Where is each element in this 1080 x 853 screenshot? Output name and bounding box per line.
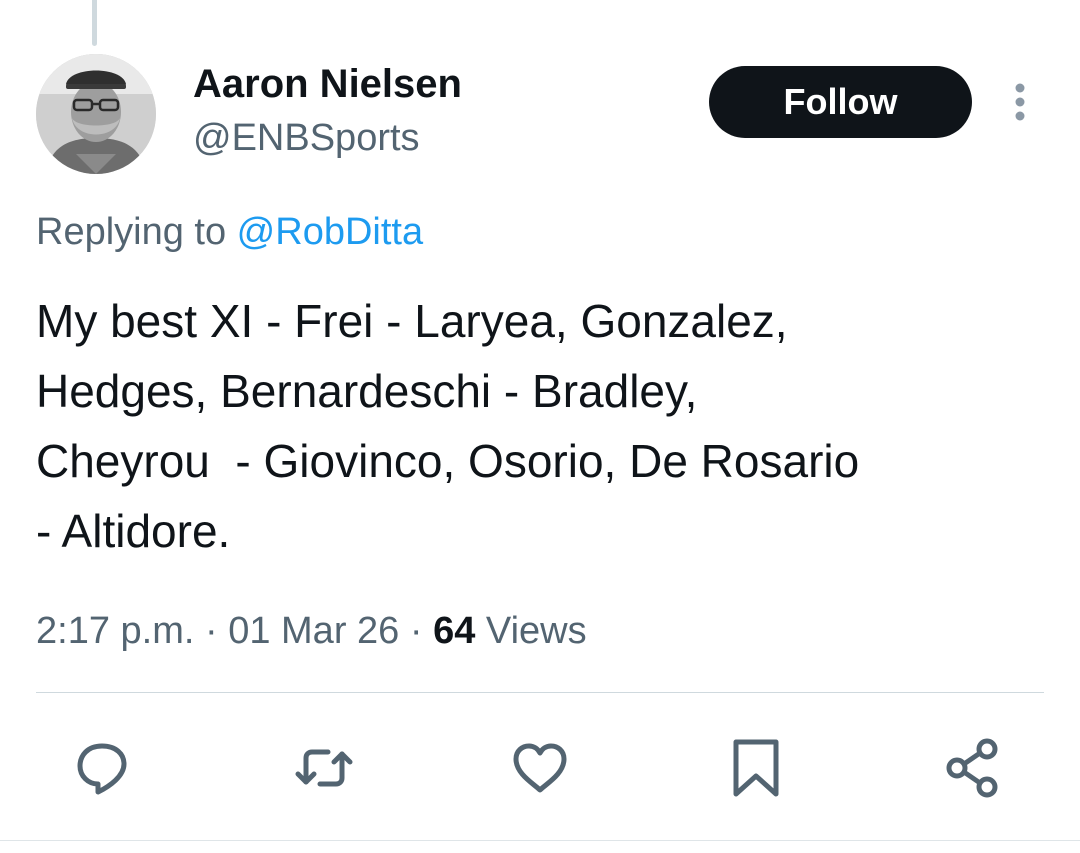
share-icon[interactable] (940, 736, 1004, 800)
meta-separator: · (409, 610, 423, 652)
views-label: Views (485, 610, 587, 652)
tweet-date[interactable]: 01 Mar 26 (228, 610, 399, 652)
meta-separator: · (204, 610, 218, 652)
tweet-time[interactable]: 2:17 p.m. (36, 610, 194, 652)
reply-context-prefix: Replying to (36, 211, 237, 253)
reply-icon[interactable] (70, 736, 134, 800)
reply-mention-link[interactable]: @RobDitta (237, 211, 423, 253)
profile-photo-icon (36, 54, 156, 174)
tweet-meta: 2:17 p.m. · 01 Mar 26 · 64 Views (36, 603, 587, 659)
follow-button[interactable]: Follow (709, 66, 972, 138)
avatar[interactable] (36, 54, 156, 174)
retweet-icon[interactable] (292, 736, 356, 800)
more-vertical-icon[interactable] (1005, 80, 1035, 124)
thread-connector-line (92, 0, 97, 46)
bottom-border (0, 840, 1080, 841)
author-handle[interactable]: @ENBSports (193, 115, 420, 161)
tweet-text: My best XI - Frei - Laryea, Gonzalez, He… (36, 295, 860, 557)
like-icon[interactable] (508, 736, 572, 800)
bookmark-icon[interactable] (724, 736, 788, 800)
divider (36, 692, 1044, 693)
views-count: 64 (433, 610, 476, 652)
reply-context: Replying to @RobDitta (36, 207, 423, 257)
author-name[interactable]: Aaron Nielsen (193, 60, 462, 108)
